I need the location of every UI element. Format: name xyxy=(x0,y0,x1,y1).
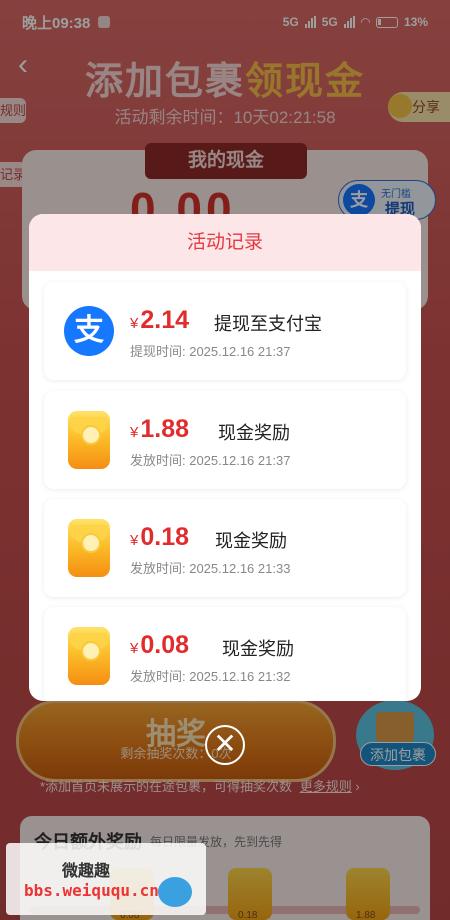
record-desc: 提现至支付宝 xyxy=(214,314,322,334)
watermark-line1: 微趣趣 xyxy=(62,863,111,880)
record-item: ¥0.08 现金奖励 发放时间: 2025.12.16 21:32 xyxy=(44,607,406,701)
record-desc: 现金奖励 xyxy=(218,423,290,443)
record-desc: 现金奖励 xyxy=(222,639,294,659)
currency-symbol: ¥ xyxy=(130,424,139,441)
amount-value: 1.88 xyxy=(140,415,190,443)
record-time: 提现时间: 2025.12.16 21:37 xyxy=(130,344,291,359)
record-item: 支 ¥2.14 提现至支付宝 提现时间: 2025.12.16 21:37 xyxy=(44,282,406,380)
alipay-icon: 支 xyxy=(64,306,114,356)
amount-value: 0.08 xyxy=(140,631,190,659)
watermark-logo-icon xyxy=(158,877,192,907)
modal-title: 活动记录 xyxy=(29,214,421,271)
record-amount: ¥1.88 xyxy=(130,415,189,444)
watermark: 微趣趣 bbs.weiququ.cn xyxy=(6,843,206,915)
close-icon[interactable]: ✕ xyxy=(205,725,245,765)
record-time: 发放时间: 2025.12.16 21:32 xyxy=(130,669,291,684)
record-time: 发放时间: 2025.12.16 21:33 xyxy=(130,561,291,576)
record-item: ¥1.88 现金奖励 发放时间: 2025.12.16 21:37 xyxy=(44,391,406,489)
record-item: ¥0.18 现金奖励 发放时间: 2025.12.16 21:33 xyxy=(44,499,406,597)
watermark-line2: bbs.weiququ.cn xyxy=(24,881,159,900)
amount-value: 0.18 xyxy=(140,523,190,551)
red-envelope-icon xyxy=(68,411,110,469)
activity-record-modal: 活动记录 支 ¥2.14 提现至支付宝 提现时间: 2025.12.16 21:… xyxy=(29,214,421,701)
record-desc: 现金奖励 xyxy=(215,531,287,551)
currency-symbol: ¥ xyxy=(130,532,139,549)
record-time: 发放时间: 2025.12.16 21:37 xyxy=(130,453,291,468)
currency-symbol: ¥ xyxy=(130,315,139,332)
red-envelope-icon xyxy=(68,519,110,577)
record-amount: ¥0.08 xyxy=(130,631,189,660)
red-envelope-icon xyxy=(68,627,110,685)
record-amount: ¥2.14 xyxy=(130,306,189,335)
currency-symbol: ¥ xyxy=(130,640,139,657)
record-amount: ¥0.18 xyxy=(130,523,189,552)
amount-value: 2.14 xyxy=(140,306,190,334)
